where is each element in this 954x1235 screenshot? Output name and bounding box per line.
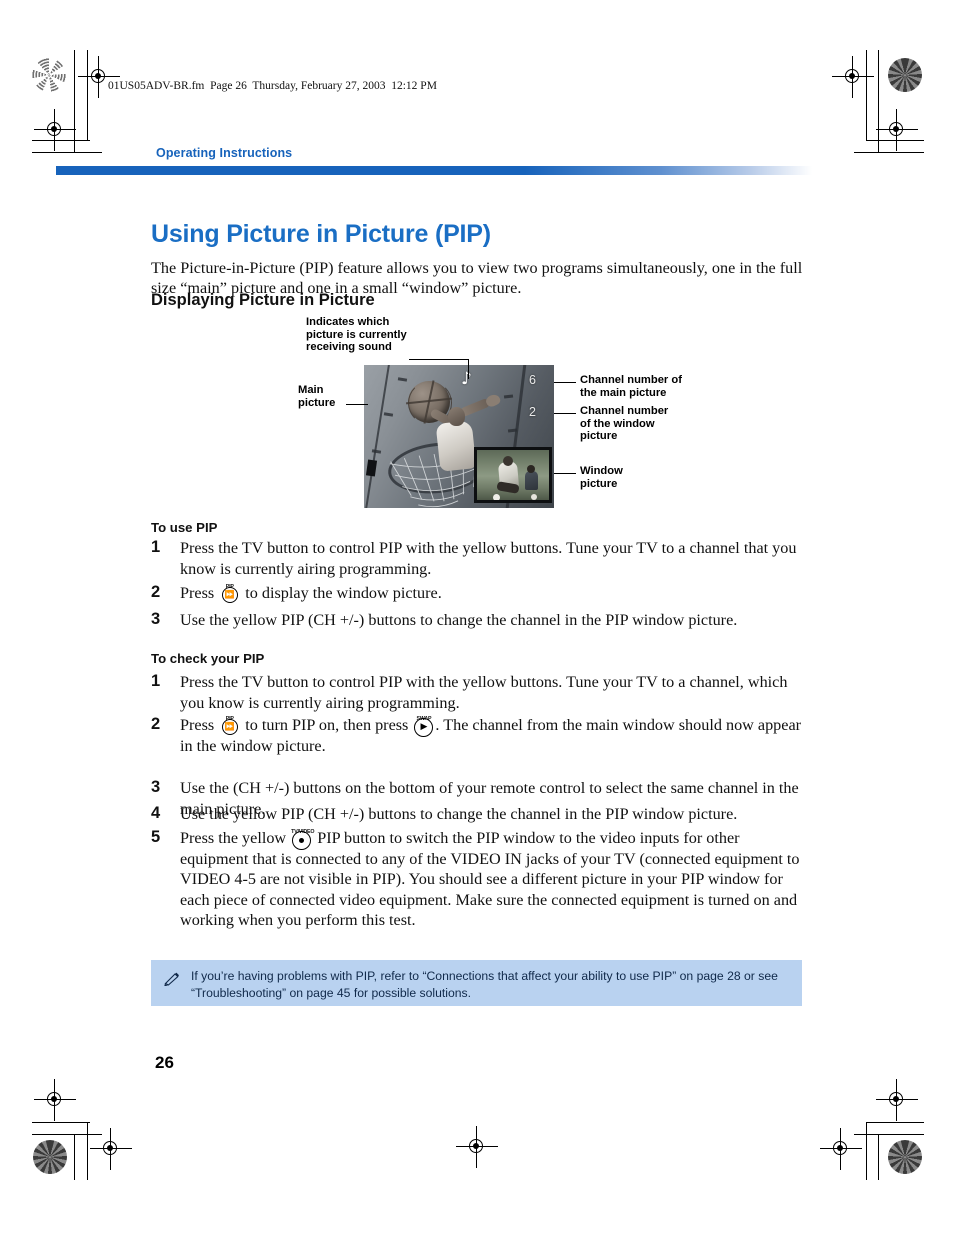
step-text: Press PIP ⏩ to display the window picture… <box>180 583 803 604</box>
crop-mark-line <box>854 1134 924 1136</box>
step-number: 1 <box>151 672 161 690</box>
registration-cross-bottom-right <box>876 1079 918 1121</box>
step-text: Press the yellow TV/VIDEO PIP button to … <box>180 828 803 931</box>
leader-line-channel-window <box>554 413 576 415</box>
procedure-step: 2 Press PIP ⏩ to display the window pictur… <box>151 583 803 604</box>
procedure-step: 2 Press PIP ⏩ to turn PIP on, then press S… <box>151 715 803 756</box>
leader-line-sound-v <box>468 359 470 379</box>
soccer-ball <box>493 494 500 500</box>
leader-line-sound-h <box>409 359 469 361</box>
step-number: 1 <box>151 538 161 556</box>
leader-line-main <box>346 404 368 406</box>
procedure-heading: To use PIP <box>151 520 218 535</box>
registration-cross-right <box>876 109 918 151</box>
procedure-heading: To check your PIP <box>151 651 265 666</box>
sound-indicator-music-note-icon: ♪ <box>461 369 472 389</box>
crop-mark-line <box>32 1122 90 1124</box>
step-text: Press the TV button to control PIP with … <box>180 539 797 578</box>
callout-main-picture: Main picture <box>298 384 336 409</box>
crop-mark-line <box>866 1122 868 1180</box>
registration-cross-bottom-right-inner <box>820 1128 862 1170</box>
crop-mark-line <box>74 50 76 152</box>
soccer-player-child-head <box>527 465 535 473</box>
registration-cross-bottom-left-inner <box>90 1128 132 1170</box>
remote-key-swap: SWAP ▶ <box>413 716 434 737</box>
page-number: 26 <box>155 1053 174 1072</box>
running-head: Operating Instructions <box>156 146 293 160</box>
remote-key-pip: PIP ⏩ <box>219 716 240 735</box>
page-title: Using Picture in Picture (PIP) <box>151 219 491 248</box>
remote-key-pip: PIP ⏩ <box>219 584 240 603</box>
remote-key-glyph-icon: ⏩ <box>224 590 235 599</box>
registration-cross-left <box>34 109 76 151</box>
file-header-line: 01US05ADV-BR.fm Page 26 Thursday, Februa… <box>108 80 437 92</box>
remote-key-dot-icon <box>299 837 305 843</box>
crop-mark-line <box>854 152 924 154</box>
soccer-player-adult-head <box>503 456 513 466</box>
registration-halftone-top-right <box>888 58 922 92</box>
crop-mark-line <box>32 1134 102 1136</box>
crop-mark-line <box>87 1122 89 1180</box>
note-pencil-icon <box>164 972 179 986</box>
player-body <box>435 420 477 472</box>
osd-channel-main: 6 <box>529 373 536 387</box>
step-text: Use the yellow PIP (CH +/-) buttons to c… <box>180 805 738 823</box>
step-number: 3 <box>151 610 161 628</box>
callout-channel-window: Channel number of the window picture <box>580 405 669 443</box>
leader-line-window <box>554 473 576 475</box>
procedure-step: 5 Press the yellow TV/VIDEO PIP button to… <box>151 828 803 931</box>
procedure-step: 1 Press the TV button to control PIP with… <box>151 672 803 713</box>
header-rule <box>56 166 812 175</box>
procedure-step: 3 Use the yellow PIP (CH +/-) buttons to … <box>151 610 803 631</box>
player-head <box>448 407 465 426</box>
step-number: 2 <box>151 583 161 601</box>
note-text: If you’re having problems with PIP, refe… <box>191 969 778 1000</box>
callout-window-picture: Window picture <box>580 465 623 490</box>
registration-cross-bottom-center <box>456 1126 498 1168</box>
crop-mark-line <box>74 1134 76 1180</box>
tv-main-picture: ♪ 6 2 <box>364 365 554 508</box>
remote-key-glyph-icon: ⏩ <box>224 722 235 731</box>
step-text: Press PIP ⏩ to turn PIP on, then press SW… <box>180 715 803 756</box>
step-text: Use the yellow PIP (CH +/-) buttons to c… <box>180 611 738 629</box>
step-number: 4 <box>151 804 161 822</box>
tv-window-picture <box>474 447 552 503</box>
step-number: 5 <box>151 828 161 846</box>
registration-halftone-bottom-right <box>888 1140 922 1174</box>
procedure-step: 4 Use the yellow PIP (CH +/-) buttons to … <box>151 804 803 825</box>
leader-line-channel-main <box>554 382 576 384</box>
pip-figure: ♪ 6 2 Indicates which picture is current… <box>290 314 710 514</box>
procedure-step: 1 Press the TV button to control PIP with… <box>151 538 803 579</box>
callout-channel-main: Channel number of the main picture <box>580 374 682 399</box>
soccer-ball <box>531 494 537 500</box>
step-text: Press the TV button to control PIP with … <box>180 673 788 712</box>
osd-channel-window: 2 <box>529 405 536 419</box>
remote-key-tv-video: TV/VIDEO <box>291 829 314 850</box>
soccer-player-child <box>525 471 538 490</box>
step-number: 3 <box>151 778 161 796</box>
registration-cross-top-right <box>832 56 874 98</box>
crop-mark-line <box>866 1122 924 1124</box>
registration-halftone-top-left <box>32 58 66 92</box>
crop-mark-line <box>878 50 880 152</box>
crop-mark-line <box>32 152 102 154</box>
step-number: 2 <box>151 715 161 733</box>
registration-halftone-bottom-left <box>33 1140 67 1174</box>
crop-mark-line <box>878 1134 880 1180</box>
remote-key-glyph-icon: ▶ <box>420 721 428 732</box>
note-box: If you’re having problems with PIP, refe… <box>151 960 802 1006</box>
section-heading-displaying-pip: Displaying Picture in Picture <box>151 291 375 309</box>
registration-cross-bottom-left <box>34 1079 76 1121</box>
callout-sound-indicator: Indicates which picture is currently rec… <box>306 316 407 354</box>
